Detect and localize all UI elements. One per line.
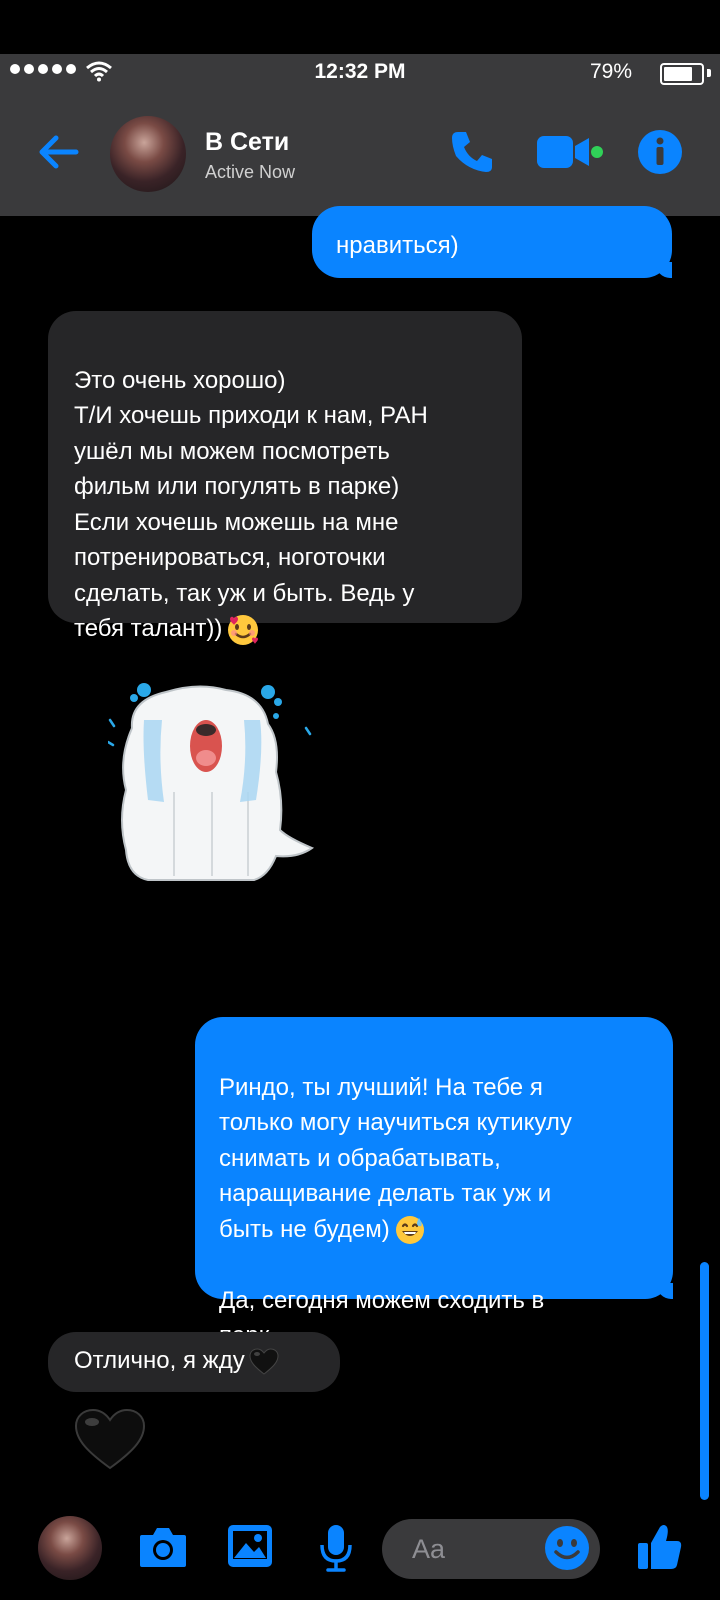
status-bar: 12:32 PM 79% (0, 54, 720, 92)
black-heart-icon (249, 1348, 279, 1375)
grinning-sweat-icon (395, 1216, 424, 1245)
crying-dog-sticker[interactable] (108, 680, 324, 900)
contact-status: Active Now (205, 162, 296, 182)
battery-percentage: 79% (589, 60, 632, 83)
received-message[interactable]: Это очень хорошо) Т/И хочешь приходи к н… (48, 311, 522, 645)
smiling-face-with-hearts-icon (228, 614, 259, 645)
info-icon[interactable] (636, 128, 684, 176)
message-text: Это очень хорошо) Т/И хочешь приходи к н… (74, 366, 428, 643)
thumbs-up-icon[interactable] (636, 1523, 682, 1571)
image-icon[interactable] (226, 1523, 274, 1569)
sent-message[interactable]: Риндо, ты лучший! На тебе я только могу … (195, 1017, 673, 1349)
message-text: нравиться) (336, 232, 459, 259)
message-tail (656, 262, 672, 278)
message-tail (657, 1283, 673, 1299)
contact-name[interactable]: В Сети (205, 128, 289, 157)
composer-bar (0, 1505, 720, 1600)
battery-icon (660, 63, 704, 85)
scroll-indicator[interactable] (700, 1262, 709, 1500)
smiley-icon[interactable] (544, 1525, 590, 1571)
message-text: Отлично, я жду (74, 1347, 245, 1374)
video-camera-icon[interactable] (535, 132, 605, 172)
user-avatar[interactable] (38, 1516, 102, 1580)
contact-avatar[interactable] (110, 116, 186, 192)
back-arrow-icon[interactable] (34, 128, 82, 176)
header-bar: 12:32 PM 79% (0, 54, 720, 216)
received-message[interactable]: Отлично, я жду (48, 1332, 340, 1392)
phone-icon[interactable] (448, 128, 496, 176)
black-heart-icon[interactable] (74, 1408, 146, 1472)
camera-icon[interactable] (138, 1525, 188, 1569)
battery-tip (707, 69, 711, 77)
online-indicator (591, 146, 603, 158)
sent-message[interactable]: нравиться) (312, 206, 672, 278)
microphone-icon[interactable] (318, 1523, 354, 1573)
